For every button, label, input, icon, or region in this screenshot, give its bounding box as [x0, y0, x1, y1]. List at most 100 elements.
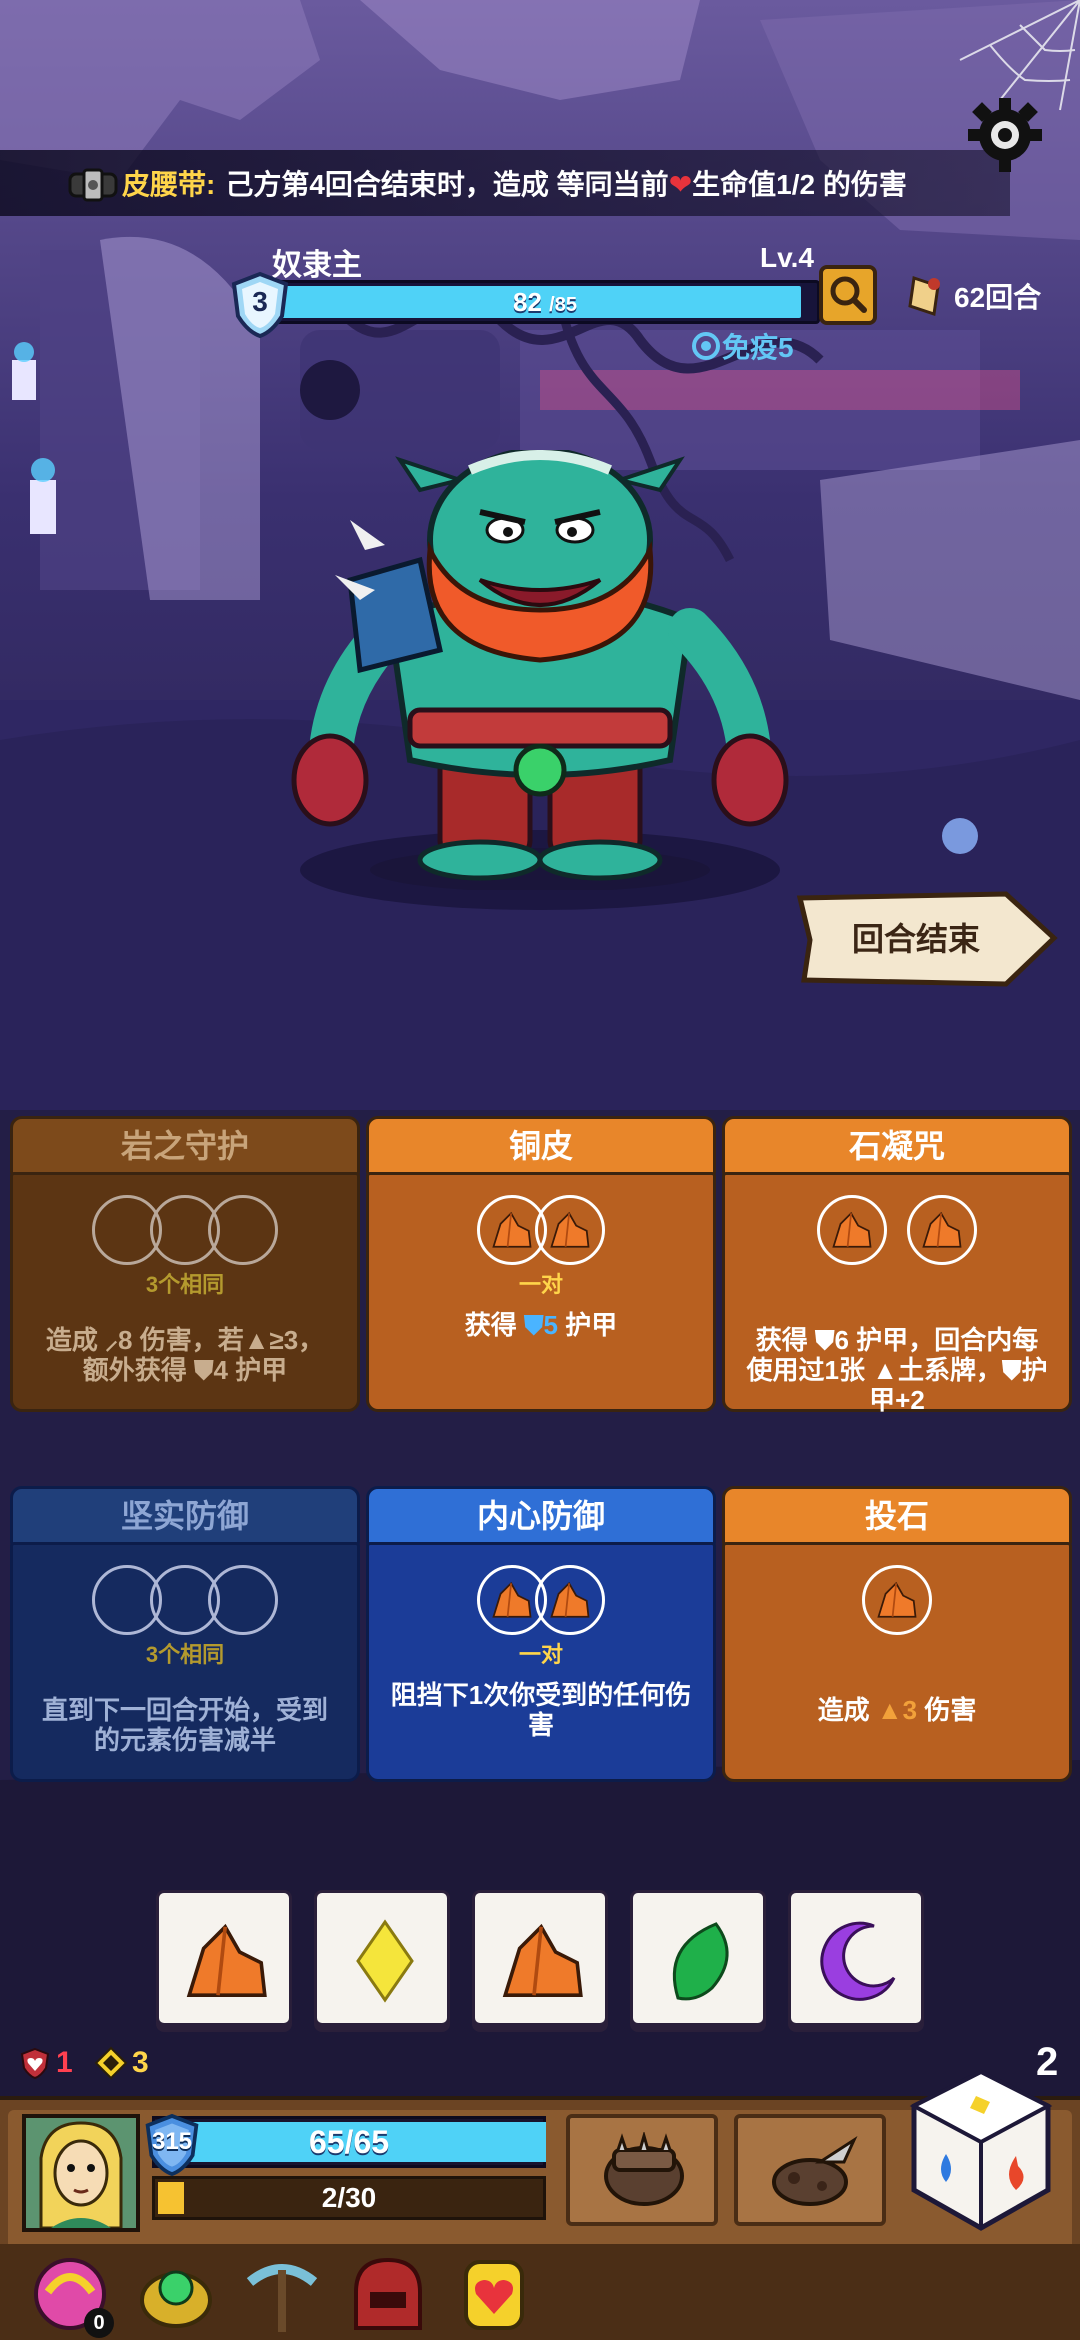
- card-requirement: 一对: [518, 1642, 563, 1667]
- leaf-icon: [672, 1922, 729, 2001]
- boulder-smash-icon: [772, 2135, 858, 2206]
- rolled-die[interactable]: [630, 1890, 766, 2026]
- enemy-hp-current: 82: [513, 287, 542, 317]
- gauntlet-skill-slot[interactable]: [566, 2114, 718, 2226]
- rock-icon: [492, 1211, 532, 1248]
- effect-suffix: 伤害: [917, 1695, 977, 1725]
- effect-line: 的元素伤害减半: [93, 1725, 276, 1755]
- dice-count: 2: [1036, 2040, 1059, 2084]
- dice-slots: [13, 1565, 357, 1635]
- enemy-level: Lv.4: [760, 242, 814, 273]
- player-energy: 3: [94, 2046, 149, 2080]
- card-body: 造成 ▲3 伤害: [722, 1542, 1072, 1782]
- enemy-hp-max: /85: [549, 294, 577, 316]
- immunity-icon: [692, 332, 720, 360]
- hearts-value: 1: [56, 2046, 73, 2079]
- card-requirement: 3个相同: [145, 1272, 225, 1297]
- turn-label: 62回合: [954, 282, 1042, 313]
- rolled-die[interactable]: [156, 1890, 292, 2026]
- heart-amulet-icon[interactable]: [452, 2252, 536, 2336]
- dice-slot[interactable]: [208, 1195, 278, 1265]
- card-effect: 造成 ⸝8 伤害，若▲≥3， 额外获得 ⛊4 护甲: [23, 1325, 347, 1385]
- enemy-shield-badge: 3: [228, 270, 292, 340]
- diamond-icon: [356, 1919, 414, 2003]
- rolled-die[interactable]: [472, 1890, 608, 2026]
- rock-icon: [492, 1581, 532, 1618]
- card-effect: 获得 ⛊5 护甲: [379, 1310, 703, 1340]
- buff-description: 己方第4回合结束时，造成 等同当前❤生命值1/2 的伤害: [225, 163, 907, 203]
- dice-slots: [725, 1565, 1069, 1635]
- rolled-die[interactable]: [314, 1890, 450, 2026]
- player-hp-bar: 65/65: [152, 2116, 546, 2168]
- skill-card[interactable]: 内心防御一对阻挡下1次你受到的任何伤害: [366, 1486, 716, 1786]
- card-effect: 阻挡下1次你受到的任何伤害: [379, 1680, 703, 1740]
- turn-counter: 62回合: [906, 272, 1041, 320]
- card-title: 内心防御: [366, 1486, 716, 1546]
- pickaxe-icon[interactable]: [240, 2252, 324, 2336]
- moon-icon: [820, 1921, 896, 2001]
- settings-gear-icon[interactable]: [960, 90, 1050, 180]
- rock-icon: [832, 1211, 872, 1248]
- immunity-label: 免疫5: [722, 332, 794, 363]
- relic-count-badge: 0: [84, 2308, 114, 2338]
- dice-slot[interactable]: [535, 1195, 605, 1265]
- skill-card[interactable]: 石凝咒获得 ⛊6 护甲，回合内每 使用过1张 ▲土系牌，⛊护 甲+2: [722, 1116, 1072, 1416]
- green-orb-icon[interactable]: [134, 2252, 218, 2336]
- skill-card[interactable]: 岩之守护 3个相同 造成 ⸝8 伤害，若▲≥3， 额外获得 ⛊4 护甲: [10, 1116, 360, 1416]
- rock-icon: [550, 1581, 590, 1618]
- card-effect: 获得 ⛊6 护甲，回合内每 使用过1张 ▲土系牌，⛊护 甲+2: [735, 1325, 1059, 1415]
- reroll-die-icon[interactable]: [906, 2066, 1056, 2236]
- effect-line: 额外获得 ⛊4 护甲: [82, 1355, 288, 1385]
- card-body: 3个相同直到下一回合开始，受到 的元素伤害减半: [10, 1542, 360, 1782]
- enemy-immunity-status: 免疫5: [690, 326, 794, 366]
- rock-icon: [922, 1211, 962, 1248]
- skill-card[interactable]: 投石 造成 ▲3 伤害: [722, 1486, 1072, 1786]
- skill-card[interactable]: 坚实防御 3个相同 直到下一回合开始，受到 的元素伤害减半: [10, 1486, 360, 1786]
- effect-line: 阻挡下1次你受到的任何伤: [390, 1680, 692, 1710]
- player-xp-text: 2/30: [321, 2182, 377, 2213]
- red-helmet-icon[interactable]: [346, 2252, 430, 2336]
- dice-slots: [13, 1195, 357, 1265]
- card-body: 3个相同造成 ⸝8 伤害，若▲≥3， 额外获得 ⛊4 护甲: [10, 1172, 360, 1412]
- skill-card[interactable]: 铜皮 一对 获得 ⛊5 护甲: [366, 1116, 716, 1416]
- dice-slot[interactable]: [535, 1565, 605, 1635]
- effect-line: 造成 ⸝8 伤害，若▲≥3，: [45, 1325, 325, 1355]
- card-body: 一对阻挡下1次你受到的任何伤害: [366, 1542, 716, 1782]
- card-title: 坚实防御: [10, 1486, 360, 1546]
- dice-slots: [725, 1195, 1069, 1265]
- enemy-hp-text: 82 /85: [273, 283, 817, 321]
- rock-icon: [550, 1211, 590, 1248]
- dice-slots: [369, 1195, 713, 1265]
- heart-shield-icon: [20, 2047, 50, 2080]
- effect-line: 使用过1张 ▲土系牌，⛊护: [746, 1355, 1048, 1385]
- player-avatar[interactable]: [22, 2114, 140, 2232]
- card-title: 石凝咒: [722, 1116, 1072, 1176]
- dice-slot[interactable]: [862, 1565, 932, 1635]
- energy-diamond-icon: [94, 2046, 128, 2080]
- player-hp-text: 65/65: [308, 2124, 390, 2160]
- slave-master-monster[interactable]: [290, 450, 790, 890]
- end-turn-label: 回合结束: [851, 921, 980, 957]
- enemy-info-magnifier-icon[interactable]: [818, 264, 878, 326]
- rolled-die[interactable]: [788, 1890, 924, 2026]
- heart-icon: ❤: [668, 169, 693, 200]
- belt-icon: [68, 168, 118, 202]
- end-turn-button[interactable]: 回合结束: [796, 890, 1058, 988]
- card-title: 岩之守护: [10, 1116, 360, 1176]
- card-requirement: 3个相同: [145, 1642, 225, 1667]
- card-requirement: 一对: [518, 1272, 563, 1297]
- player-hearts: 1: [18, 2046, 73, 2080]
- dice-slot[interactable]: [817, 1195, 887, 1265]
- rock-icon: [877, 1581, 917, 1618]
- enemy-shield-value: 3: [252, 286, 268, 317]
- effect-line: 害: [527, 1710, 554, 1740]
- effect-prefix: 造成: [817, 1695, 877, 1725]
- buff-text-after: 生命值1/2 的伤害: [692, 169, 907, 200]
- dice-slots: [369, 1565, 713, 1635]
- dice-slot[interactable]: [208, 1565, 278, 1635]
- effect-suffix: 护甲: [557, 1310, 618, 1340]
- player-shield-badge: 315: [142, 2112, 202, 2178]
- dice-slot[interactable]: [907, 1195, 977, 1265]
- rock-skill-slot[interactable]: [734, 2114, 886, 2226]
- card-effect: 直到下一回合开始，受到 的元素伤害减半: [23, 1695, 347, 1755]
